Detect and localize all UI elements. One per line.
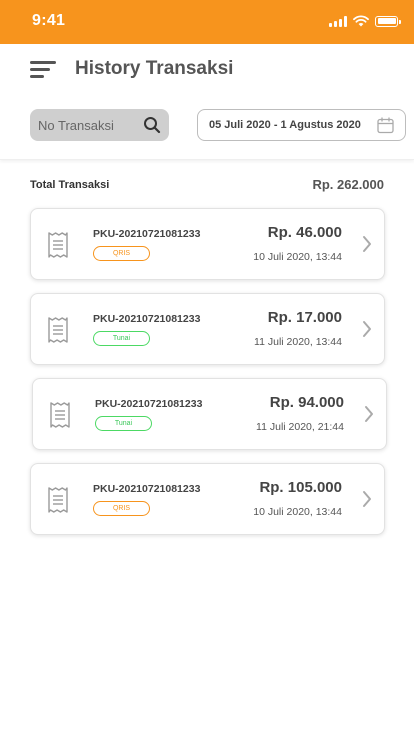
search-box[interactable]: [30, 109, 169, 141]
transaction-card[interactable]: PKU-20210721081233 Tunai Rp. 17.000 11 J…: [30, 293, 385, 365]
receipt-icon: [48, 232, 68, 258]
total-transaction-value: Rp. 262.000: [312, 177, 384, 192]
wifi-icon: [353, 15, 369, 27]
transaction-card[interactable]: PKU-20210721081233 QRIS Rp. 46.000 10 Ju…: [30, 208, 385, 280]
status-icons: [329, 15, 401, 27]
transaction-date: 10 Juli 2020, 13:44: [253, 251, 342, 263]
transaction-id: PKU-20210721081233: [95, 398, 203, 410]
transaction-card[interactable]: PKU-20210721081233 Tunai Rp. 94.000 11 J…: [32, 378, 387, 450]
total-transaction-label: Total Transaksi: [30, 179, 110, 191]
chevron-right-icon[interactable]: [362, 320, 372, 338]
calendar-icon[interactable]: [377, 117, 394, 134]
receipt-icon: [48, 487, 68, 513]
status-bar: 9:41: [0, 0, 414, 44]
chevron-right-icon[interactable]: [362, 235, 372, 253]
payment-method-badge: Tunai: [95, 416, 152, 431]
receipt-icon: [50, 402, 70, 428]
payment-method-badge: Tunai: [93, 331, 150, 346]
cellular-signal-icon: [329, 15, 347, 27]
chevron-right-icon[interactable]: [362, 490, 372, 508]
transaction-amount: Rp. 17.000: [267, 309, 342, 326]
date-range-text: 05 Juli 2020 - 1 Agustus 2020: [209, 119, 361, 131]
receipt-icon: [48, 317, 68, 343]
page-header: History Transaksi 05 Juli 2020 - 1 Agust…: [0, 44, 414, 160]
transaction-card[interactable]: PKU-20210721081233 QRIS Rp. 105.000 10 J…: [30, 463, 385, 535]
status-time: 9:41: [32, 12, 66, 29]
date-range-picker[interactable]: 05 Juli 2020 - 1 Agustus 2020: [197, 109, 406, 141]
transaction-id: PKU-20210721081233: [93, 228, 201, 240]
hamburger-menu-icon[interactable]: [30, 61, 56, 79]
transaction-date: 11 Juli 2020, 21:44: [256, 421, 344, 433]
transaction-amount: Rp. 105.000: [259, 479, 342, 496]
transaction-id: PKU-20210721081233: [93, 313, 201, 325]
transaction-search-input[interactable]: [38, 109, 144, 141]
battery-icon: [375, 15, 401, 27]
transaction-amount: Rp. 46.000: [267, 224, 342, 241]
transaction-id: PKU-20210721081233: [93, 483, 201, 495]
transaction-date: 11 Juli 2020, 13:44: [254, 336, 342, 348]
search-icon[interactable]: [143, 116, 161, 134]
payment-method-badge: QRIS: [93, 501, 150, 516]
transaction-amount: Rp. 94.000: [269, 394, 344, 411]
chevron-right-icon[interactable]: [364, 405, 374, 423]
payment-method-badge: QRIS: [93, 246, 150, 261]
transaction-date: 10 Juli 2020, 13:44: [253, 506, 342, 518]
page-title: History Transaksi: [75, 58, 234, 79]
